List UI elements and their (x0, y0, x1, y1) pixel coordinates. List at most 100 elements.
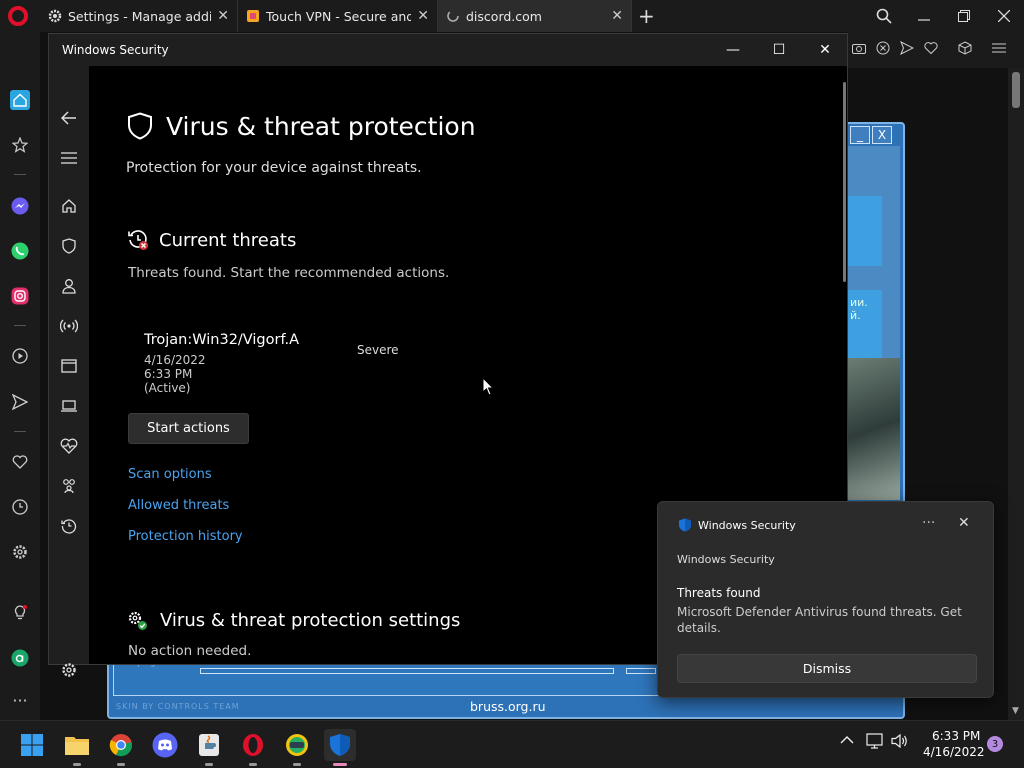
page-subtitle: Protection for your device against threa… (126, 160, 422, 176)
nav-protection-history-icon[interactable] (59, 516, 79, 536)
toast-close-icon[interactable]: ✕ (958, 515, 970, 531)
taskbar-java[interactable] (193, 729, 225, 766)
bruss-window-controls: _ X (850, 126, 892, 144)
dismiss-button[interactable]: Dismiss (677, 654, 977, 683)
taskbar-file-explorer[interactable] (61, 729, 93, 766)
running-indicator (293, 763, 301, 766)
game-app-icon (286, 734, 308, 756)
taskbar-game-app[interactable] (281, 729, 313, 766)
bruss-skin-credit: SKIN BY CONTROLS TEAM (116, 702, 240, 711)
adblock-icon[interactable] (876, 41, 890, 59)
nav-account-icon[interactable] (59, 276, 79, 296)
protection-settings-subtitle: No action needed. (128, 643, 252, 659)
taskbar-discord[interactable] (149, 729, 181, 761)
whatsapp-icon[interactable] (10, 241, 30, 261)
opera-logo-icon[interactable] (8, 6, 28, 26)
aria-icon[interactable] (10, 648, 30, 668)
browser-restore-icon[interactable] (958, 0, 970, 32)
search-tabs-icon[interactable] (876, 0, 892, 32)
volume-icon[interactable] (891, 733, 909, 753)
notification-count-badge[interactable]: 3 (987, 736, 1003, 752)
threat-name: Trojan:Win32/Vigorf.A (144, 332, 300, 348)
bruss-close-button[interactable]: X (872, 126, 892, 144)
lightbulb-icon[interactable] (10, 602, 30, 622)
taskbar-windows-security[interactable] (324, 729, 356, 766)
nav-device-security-icon[interactable] (59, 396, 79, 416)
heart-icon[interactable] (924, 41, 938, 59)
nav-shield-icon[interactable] (59, 236, 79, 256)
current-threats-icon (128, 230, 148, 250)
history-clock-icon[interactable] (10, 497, 30, 517)
nav-app-browser-icon[interactable] (59, 356, 79, 376)
running-indicator (73, 763, 81, 766)
nav-firewall-icon[interactable] (59, 316, 79, 336)
page-scrollbar[interactable]: ▼ (1008, 68, 1024, 720)
taskbar-opera[interactable] (237, 729, 269, 766)
page-title: Virus & threat protection (166, 112, 476, 141)
network-icon[interactable] (866, 733, 884, 753)
bruss-site-link[interactable]: bruss.org.ru (470, 699, 546, 714)
send-icon[interactable] (900, 40, 915, 59)
start-actions-button[interactable]: Start actions (128, 413, 249, 444)
easy-setup-icon[interactable] (992, 42, 1006, 58)
show-hidden-icons-chevron-up-icon[interactable] (840, 733, 854, 749)
close-icon[interactable]: ✕ (611, 8, 623, 24)
new-tab-button[interactable]: + (638, 4, 655, 28)
close-icon[interactable]: ✕ (217, 8, 229, 24)
nav-home-icon[interactable] (59, 196, 79, 216)
running-indicator (117, 763, 125, 766)
messenger-icon[interactable] (10, 196, 30, 216)
settings-gear-icon[interactable] (10, 542, 30, 562)
bruss-minimize-button[interactable]: _ (850, 126, 870, 144)
nav-settings-icon[interactable] (59, 660, 79, 680)
taskbar-chrome[interactable] (105, 729, 137, 766)
player-icon[interactable] (10, 346, 30, 366)
discord-icon (152, 732, 178, 758)
tab-settings[interactable]: Settings - Manage addition ✕ (40, 0, 238, 32)
mouse-cursor-icon (482, 377, 494, 396)
tab-title: discord.com (466, 8, 542, 24)
allowed-threats-link[interactable]: Allowed threats (128, 498, 229, 513)
chrome-icon (109, 734, 132, 757)
window-minimize-button[interactable]: — (718, 40, 748, 60)
protection-history-link[interactable]: Protection history (128, 529, 243, 544)
tab-discord[interactable]: discord.com ✕ (438, 0, 632, 32)
clock-time[interactable]: 6:33 PM (932, 729, 980, 743)
send-icon[interactable] (10, 392, 30, 412)
extensions-cube-icon[interactable] (958, 41, 972, 59)
scrollbar-thumb[interactable] (1012, 72, 1020, 108)
threat-notification-toast[interactable]: Windows Security ··· ✕ Windows Security … (657, 501, 994, 698)
threat-date: 4/16/2022 6:33 PM (Active) (144, 353, 206, 395)
protection-settings-title: Virus & threat protection settings (160, 610, 461, 631)
start-button[interactable] (16, 729, 48, 761)
more-icon[interactable]: ··· (10, 690, 30, 710)
nav-family-options-icon[interactable] (59, 476, 79, 496)
heart-icon[interactable] (10, 452, 30, 472)
gear-icon (48, 9, 62, 23)
browser-close-icon[interactable] (998, 0, 1010, 32)
scan-options-link[interactable]: Scan options (128, 467, 212, 482)
toast-app-name: Windows Security (698, 519, 796, 532)
home-icon[interactable] (10, 90, 30, 110)
bruss-panel-block (848, 196, 882, 266)
folder-icon (65, 737, 89, 755)
window-maximize-button[interactable]: ☐ (764, 40, 794, 60)
current-threats-title: Current threats (159, 230, 297, 251)
window-titlebar[interactable]: Windows Security — ☐ ✕ (49, 34, 847, 66)
camera-icon[interactable] (852, 42, 866, 58)
instagram-icon[interactable] (10, 286, 30, 306)
more-options-icon[interactable]: ··· (922, 515, 935, 531)
bruss-image (848, 358, 900, 500)
scroll-down-icon[interactable]: ▼ (1012, 706, 1019, 716)
toast-source: Windows Security (677, 553, 775, 566)
tab-touch-vpn[interactable]: Touch VPN - Secure and un ✕ (238, 0, 438, 32)
back-arrow-icon[interactable] (59, 108, 79, 128)
clock-date[interactable]: 4/16/2022 (923, 745, 985, 759)
browser-minimize-icon[interactable] (918, 0, 930, 32)
hamburger-menu-icon[interactable] (59, 148, 79, 168)
nav-device-health-icon[interactable] (59, 436, 79, 456)
close-icon[interactable]: ✕ (417, 8, 429, 24)
star-icon[interactable] (10, 135, 30, 155)
window-close-button[interactable]: ✕ (810, 40, 840, 60)
vpn-icon (246, 9, 260, 23)
